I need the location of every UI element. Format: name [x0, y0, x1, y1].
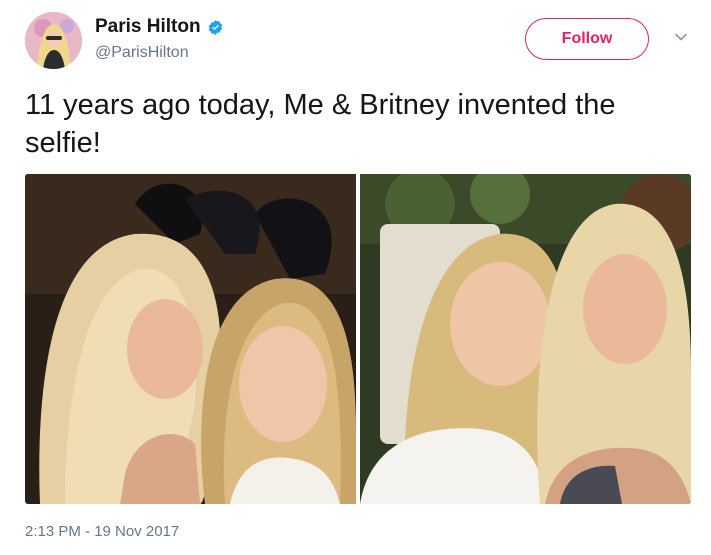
display-name-text: Paris Hilton [95, 16, 201, 37]
tweet-timestamp[interactable]: 2:13 PM - 19 Nov 2017 [25, 523, 179, 540]
photo-right-image [360, 174, 691, 504]
verified-badge-icon [208, 19, 222, 35]
chevron-down-icon[interactable] [674, 30, 688, 44]
photo-left-image [25, 174, 356, 504]
user-handle[interactable]: @ParisHilton [95, 44, 189, 62]
tweet-photo-right[interactable] [360, 174, 691, 504]
tweet-photo-left[interactable] [25, 174, 356, 504]
avatar-image [25, 12, 82, 69]
tweet-text: 11 years ago today, Me & Britney invente… [25, 89, 616, 159]
tweet-card: Paris Hilton @ParisHilton Follow 11 year… [0, 0, 711, 555]
follow-button[interactable]: Follow [525, 18, 649, 60]
profile-avatar[interactable] [25, 12, 82, 69]
display-name[interactable]: Paris Hilton [95, 16, 224, 38]
